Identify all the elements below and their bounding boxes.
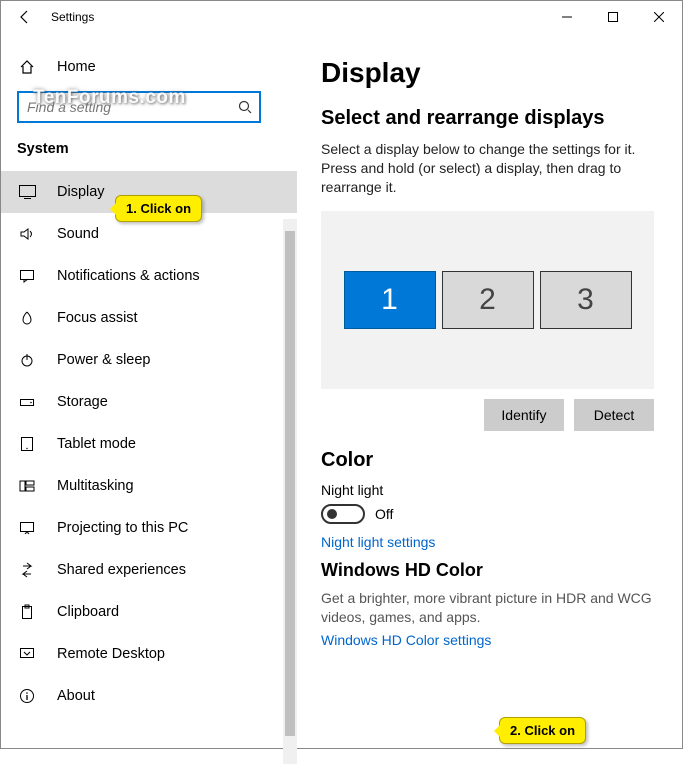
sidebar-item-label: Sound — [57, 226, 99, 242]
storage-icon — [17, 394, 37, 410]
search-box[interactable] — [17, 91, 261, 123]
search-input[interactable] — [27, 99, 237, 115]
sidebar-item-label: Storage — [57, 394, 108, 410]
display-arrange-area[interactable]: 1 2 3 — [321, 211, 654, 389]
sidebar-item-about[interactable]: About — [1, 675, 297, 717]
sidebar-nav: Display Sound Notifications & actions Fo… — [1, 171, 297, 717]
back-button[interactable] — [9, 1, 41, 33]
titlebar: Settings — [1, 1, 682, 33]
sidebar-item-label: Tablet mode — [57, 436, 136, 452]
notifications-icon — [17, 268, 37, 284]
sidebar-item-tablet-mode[interactable]: Tablet mode — [1, 423, 297, 465]
maximize-button[interactable] — [590, 1, 636, 33]
callout-1: 1. Click on — [115, 195, 202, 222]
sidebar-item-storage[interactable]: Storage — [1, 381, 297, 423]
close-button[interactable] — [636, 1, 682, 33]
page-title: Display — [321, 57, 654, 89]
detect-button[interactable]: Detect — [574, 399, 654, 431]
night-light-state: Off — [375, 506, 393, 522]
projecting-icon — [17, 520, 37, 536]
clipboard-icon — [17, 604, 37, 620]
sidebar-item-focus-assist[interactable]: Focus assist — [1, 297, 297, 339]
hdcolor-title: Windows HD Color — [321, 560, 654, 581]
sidebar-item-projecting[interactable]: Projecting to this PC — [1, 507, 297, 549]
sidebar-item-power-sleep[interactable]: Power & sleep — [1, 339, 297, 381]
power-icon — [17, 352, 37, 368]
night-light-settings-link[interactable]: Night light settings — [321, 534, 435, 550]
search-icon — [237, 99, 253, 115]
sidebar-item-label: Display — [57, 184, 105, 200]
focus-assist-icon — [17, 310, 37, 326]
sound-icon — [17, 226, 37, 242]
sidebar-scrollbar[interactable] — [283, 219, 297, 764]
sidebar-item-remote-desktop[interactable]: Remote Desktop — [1, 633, 297, 675]
sidebar-item-label: Remote Desktop — [57, 646, 165, 662]
window-controls — [544, 1, 682, 33]
sidebar-item-shared-experiences[interactable]: Shared experiences — [1, 549, 297, 591]
home-icon — [17, 59, 37, 75]
about-icon — [17, 688, 37, 704]
hdcolor-settings-link[interactable]: Windows HD Color settings — [321, 632, 491, 648]
hdcolor-desc: Get a brighter, more vibrant picture in … — [321, 589, 654, 627]
night-light-toggle[interactable] — [321, 504, 365, 524]
monitor-2[interactable]: 2 — [442, 271, 534, 329]
callout-2: 2. Click on — [499, 717, 586, 744]
color-title: Color — [321, 449, 654, 472]
night-light-label: Night light — [321, 482, 654, 498]
scrollbar-thumb[interactable] — [285, 231, 295, 736]
sidebar-item-label: Projecting to this PC — [57, 520, 188, 536]
home-label: Home — [57, 59, 96, 75]
sidebar-item-label: Clipboard — [57, 604, 119, 620]
monitor-1[interactable]: 1 — [344, 271, 436, 329]
sidebar-item-notifications[interactable]: Notifications & actions — [1, 255, 297, 297]
sidebar-item-multitasking[interactable]: Multitasking — [1, 465, 297, 507]
sidebar-item-label: Shared experiences — [57, 562, 186, 578]
main-content: Display Select and rearrange displays Se… — [297, 33, 682, 748]
sidebar: Home System Display Sound Notificatio — [1, 33, 297, 748]
sidebar-item-label: Multitasking — [57, 478, 134, 494]
shared-icon — [17, 562, 37, 578]
identify-button[interactable]: Identify — [484, 399, 564, 431]
sidebar-item-label: Focus assist — [57, 310, 138, 326]
sidebar-item-label: Notifications & actions — [57, 268, 200, 284]
tablet-icon — [17, 436, 37, 452]
sidebar-section-header: System — [1, 133, 297, 171]
rearrange-title: Select and rearrange displays — [321, 107, 654, 130]
monitor-3[interactable]: 3 — [540, 271, 632, 329]
window-title: Settings — [51, 10, 94, 24]
minimize-button[interactable] — [544, 1, 590, 33]
rearrange-desc: Select a display below to change the set… — [321, 140, 654, 197]
multitasking-icon — [17, 478, 37, 494]
home-button[interactable]: Home — [1, 47, 297, 87]
display-icon — [17, 185, 37, 199]
sidebar-item-label: Power & sleep — [57, 352, 151, 368]
sidebar-item-clipboard[interactable]: Clipboard — [1, 591, 297, 633]
remote-desktop-icon — [17, 646, 37, 662]
sidebar-item-label: About — [57, 688, 95, 704]
